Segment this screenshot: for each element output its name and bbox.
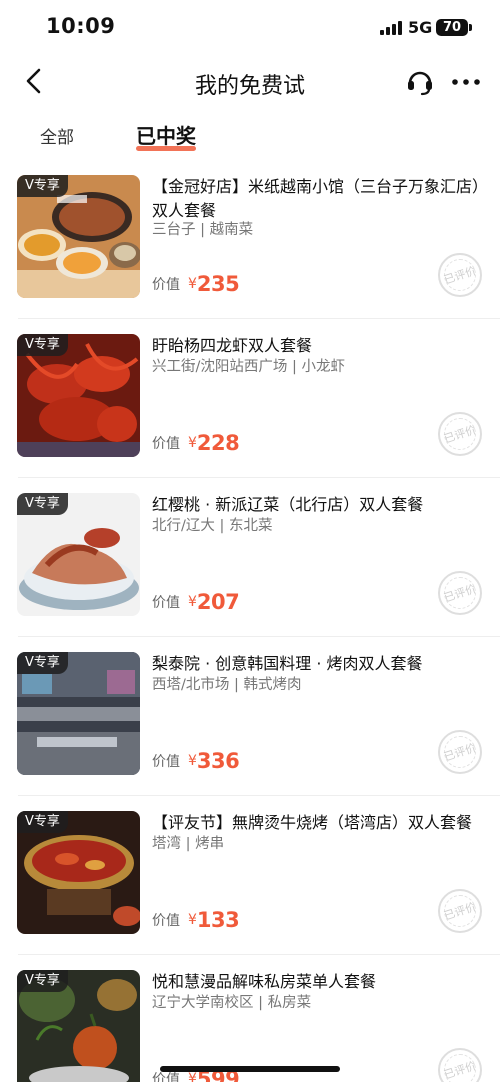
item-image: V专享 (17, 652, 140, 775)
price-value: 235 (196, 272, 240, 296)
price-value: 207 (196, 590, 240, 614)
battery-icon: 70 (436, 19, 468, 36)
currency-symbol: ¥ (188, 753, 197, 769)
tab-bar: 全部 已中奖 (0, 115, 500, 159)
currency-symbol: ¥ (188, 435, 197, 451)
vip-tag: V专享 (17, 970, 68, 992)
item-subtitle: 辽宁大学南校区 | 私房菜 (152, 995, 312, 1011)
currency-symbol: ¥ (188, 276, 197, 292)
reviewed-stamp-icon: 已评价 (438, 571, 482, 615)
price-row: 价值 ¥207 (152, 590, 240, 614)
price-value: 133 (196, 908, 240, 932)
item-image: V专享 (17, 811, 140, 934)
price-row: 价值 ¥133 (152, 908, 240, 932)
price-value: 228 (196, 431, 240, 455)
price-row: 价值 ¥235 (152, 272, 240, 296)
price-value: 336 (196, 749, 240, 773)
list-item[interactable]: V专享 盱眙杨四龙虾双人套餐 兴工街/沈阳站西广场 | 小龙虾 价值 ¥228 已… (0, 319, 500, 478)
price-row: 价值 ¥336 (152, 749, 240, 773)
more-dots-icon[interactable] (450, 68, 482, 96)
list-item[interactable]: V专享 悦和慧漫品解味私房菜单人套餐 辽宁大学南校区 | 私房菜 价值 ¥599 … (0, 955, 500, 1082)
price-label: 价值 (152, 595, 180, 611)
currency-symbol: ¥ (188, 912, 197, 928)
price-label: 价值 (152, 754, 180, 770)
currency-symbol: ¥ (188, 594, 197, 610)
reviewed-stamp-icon: 已评价 (438, 253, 482, 297)
reviewed-stamp-icon: 已评价 (438, 1048, 482, 1082)
price-row: 价值 ¥228 (152, 431, 240, 455)
item-subtitle: 北行/辽大 | 东北菜 (152, 518, 273, 534)
price-label: 价值 (152, 436, 180, 452)
tab-all[interactable]: 全部 (40, 123, 74, 148)
list-item[interactable]: V专享 红樱桃 · 新派辽菜（北行店）双人套餐 北行/辽大 | 东北菜 价值 ¥2… (0, 478, 500, 637)
item-subtitle: 兴工街/沈阳站西广场 | 小龙虾 (152, 359, 345, 375)
price-label: 价值 (152, 1072, 180, 1082)
home-indicator (160, 1066, 340, 1072)
price-label: 价值 (152, 277, 180, 293)
item-subtitle: 西塔/北市场 | 韩式烤肉 (152, 677, 302, 693)
item-subtitle: 三台子 | 越南菜 (152, 222, 254, 238)
reviewed-stamp-icon: 已评价 (438, 412, 482, 456)
signal-icon (380, 21, 402, 35)
tab-won[interactable]: 已中奖 (136, 120, 196, 149)
item-image: V专享 (17, 493, 140, 616)
network-type: 5G (408, 18, 433, 37)
vip-tag: V专享 (17, 493, 68, 515)
vip-tag: V专享 (17, 175, 68, 197)
status-time: 10:09 (46, 14, 116, 38)
currency-symbol: ¥ (188, 1071, 197, 1082)
list-item[interactable]: V专享 【评友节】無牌烫牛烧烤（塔湾店）双人套餐 塔湾 | 烤串 价值 ¥133 … (0, 796, 500, 955)
item-subtitle: 塔湾 | 烤串 (152, 836, 225, 852)
vip-tag: V专享 (17, 811, 68, 833)
list-item[interactable]: V专享 梨泰院 · 创意韩国料理 · 烤肉双人套餐 西塔/北市场 | 韩式烤肉 … (0, 637, 500, 796)
nav-bar: 我的免费试 (0, 56, 500, 108)
reviewed-stamp-icon: 已评价 (438, 889, 482, 933)
list-item[interactable]: V专享 【金冠好店】米纸越南小馆（三台子万象汇店）双人套餐 三台子 | 越南菜 … (0, 160, 500, 319)
item-image: V专享 (17, 175, 140, 298)
item-image: V专享 (17, 970, 140, 1082)
battery-tip (469, 24, 472, 31)
reviewed-stamp-icon: 已评价 (438, 730, 482, 774)
item-name: 【金冠好店】米纸越南小馆（三台子万象汇店）双人套餐 (152, 177, 481, 220)
price-label: 价值 (152, 913, 180, 929)
vip-tag: V专享 (17, 334, 68, 356)
item-image: V专享 (17, 334, 140, 457)
vip-tag: V专享 (17, 652, 68, 674)
headset-icon[interactable] (404, 66, 436, 98)
status-bar: 10:09 5G 70 (0, 0, 500, 56)
